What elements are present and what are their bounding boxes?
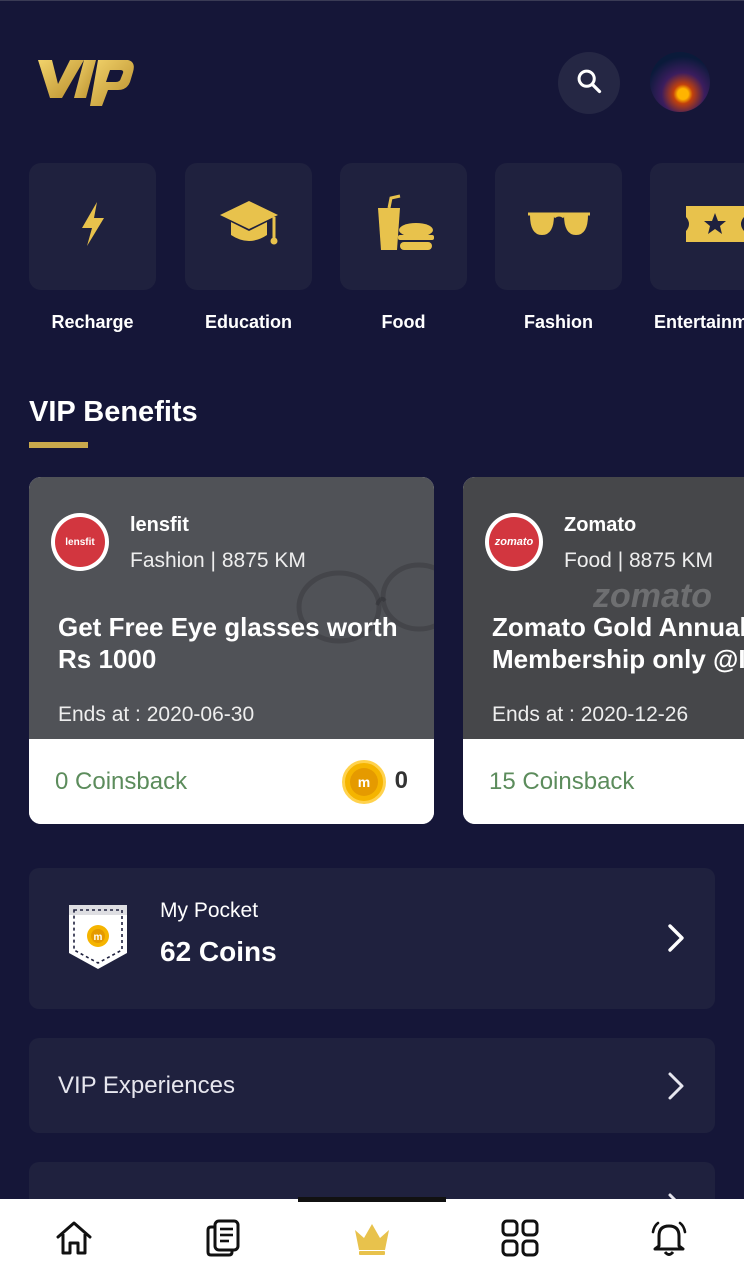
- offer-title: Get Free Eye glasses worth Rs 1000: [58, 611, 418, 675]
- search-icon: [575, 67, 603, 100]
- offer-card-lensfit[interactable]: lensfit lensfit Fashion | 8875 KM Get Fr…: [29, 477, 434, 824]
- brand-logo-text: lensfit: [55, 517, 105, 567]
- category-education[interactable]: Education: [185, 163, 312, 333]
- nav-orders[interactable]: [193, 1215, 253, 1265]
- fast-food-icon: [372, 194, 436, 259]
- app-screen: Recharge Education Food Fashion Entertai…: [0, 0, 744, 1280]
- offer-title: Zomato Gold Annual Membership only @I: [492, 611, 744, 675]
- category-label: Education: [204, 312, 292, 332]
- section-underline: [29, 442, 88, 448]
- category-entertainment[interactable]: Entertainm: [650, 163, 744, 333]
- offer-banner: lensfit lensfit Fashion | 8875 KM Get Fr…: [29, 477, 434, 739]
- home-icon: [54, 1218, 94, 1263]
- graduation-cap-icon: [218, 197, 280, 256]
- category-recharge[interactable]: Recharge: [29, 163, 156, 333]
- vip-logo[interactable]: [32, 54, 138, 110]
- coinsback-text: 15 Coinsback: [489, 768, 635, 795]
- nav-notifications[interactable]: [639, 1215, 699, 1265]
- pocket-label: My Pocket: [160, 899, 259, 922]
- category-tile: [29, 163, 156, 290]
- brand-meta: Food | 8875 KM: [564, 549, 714, 572]
- pocket-coins-value: 62 Coins: [160, 936, 277, 967]
- brand-logo: zomato: [485, 513, 543, 571]
- glasses-background-image: [296, 562, 434, 644]
- coin-count: 0: [394, 767, 408, 794]
- crown-icon: [352, 1220, 392, 1261]
- offer-title-line: Rs 1000: [58, 644, 157, 674]
- offer-title-line: Zomato Gold Annual: [492, 612, 744, 642]
- bell-icon: [649, 1218, 689, 1263]
- offer-title-line: Membership only @I: [492, 644, 744, 674]
- category-food[interactable]: Food: [340, 163, 467, 333]
- offer-footer: 15 Coinsback: [463, 739, 744, 824]
- brand-logo-text: zomato: [489, 517, 539, 567]
- pocket-icon: m: [67, 903, 129, 976]
- nav-home[interactable]: [44, 1215, 104, 1265]
- offer-end-date: Ends at : 2020-12-26: [492, 703, 689, 726]
- my-pocket-card[interactable]: m My Pocket 62 Coins: [29, 868, 715, 1009]
- category-tile: [340, 163, 467, 290]
- offer-card-zomato[interactable]: zomato zomato Zomato Food | 8875 KM Zoma…: [463, 477, 744, 824]
- category-tile: [495, 163, 622, 290]
- category-label: Recharge: [51, 312, 134, 332]
- profile-avatar[interactable]: [650, 52, 710, 112]
- nav-vip[interactable]: [342, 1215, 402, 1265]
- brand-logo: lensfit: [51, 513, 109, 571]
- brand-name: lensfit: [130, 514, 189, 536]
- category-tile: [185, 163, 312, 290]
- category-label: Fashion: [523, 312, 593, 332]
- lightning-icon: [78, 200, 108, 253]
- bottom-navigation: [0, 1199, 744, 1280]
- chevron-right-icon: [667, 1071, 685, 1106]
- active-tab-indicator: [298, 1197, 446, 1202]
- svg-text:m: m: [94, 932, 103, 943]
- brand-name: Zomato: [564, 514, 637, 536]
- search-button[interactable]: [558, 52, 620, 114]
- ticket-star-icon: [684, 204, 744, 249]
- sunglasses-icon: [527, 209, 590, 244]
- category-fashion[interactable]: Fashion: [495, 163, 622, 333]
- chevron-right-icon: [667, 923, 685, 958]
- coinsback-text: 0 Coinsback: [55, 768, 188, 795]
- category-tile: [650, 163, 744, 290]
- category-label: Food: [381, 312, 426, 332]
- brand-meta: Fashion | 8875 KM: [130, 549, 306, 572]
- status-divider: [0, 0, 744, 1]
- vip-experiences-row[interactable]: VIP Experiences: [29, 1038, 715, 1133]
- offer-title-line: Get Free Eye glasses worth: [58, 612, 398, 642]
- coin-icon: m: [342, 760, 386, 804]
- section-title: VIP Benefits: [29, 396, 198, 428]
- offer-banner: zomato zomato Zomato Food | 8875 KM Zoma…: [463, 477, 744, 739]
- document-icon: [205, 1218, 241, 1263]
- category-strip: Recharge Education Food Fashion Entertai…: [0, 163, 744, 343]
- category-label: Entertainm: [654, 312, 744, 332]
- offer-end-date: Ends at : 2020-06-30: [58, 703, 255, 726]
- row-label: VIP Experiences: [58, 1072, 235, 1099]
- offer-footer: 0 Coinsback m 0: [29, 739, 434, 824]
- offer-carousel: lensfit lensfit Fashion | 8875 KM Get Fr…: [0, 477, 744, 825]
- grid-icon: [500, 1218, 540, 1263]
- nav-apps[interactable]: [490, 1215, 550, 1265]
